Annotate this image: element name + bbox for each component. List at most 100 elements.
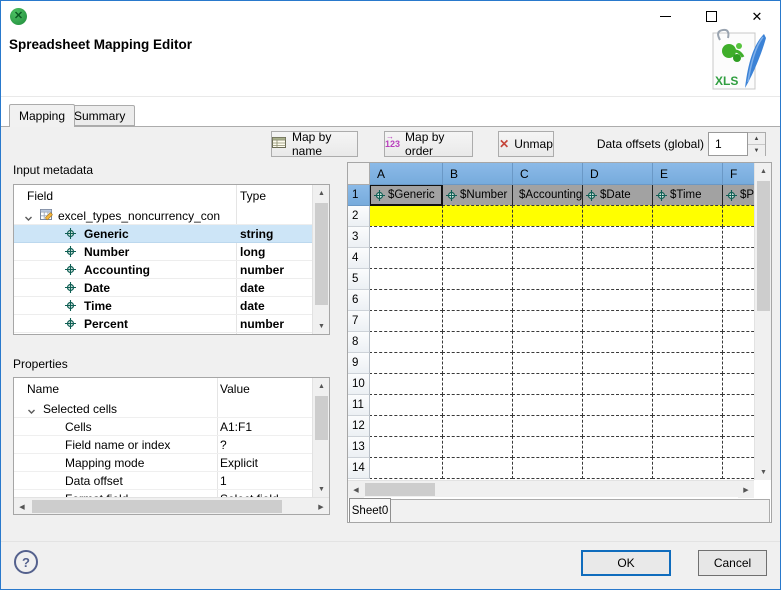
cell-D8[interactable] xyxy=(582,331,653,353)
cell-C5[interactable] xyxy=(512,268,583,290)
map-by-order-button[interactable]: → 123 Map by order xyxy=(384,130,473,158)
properties-horizontal-scrollbar[interactable]: ◀ ▶ xyxy=(14,497,329,514)
cell-E8[interactable] xyxy=(652,331,723,353)
cell-D9[interactable] xyxy=(582,352,653,374)
column-header-a[interactable]: A xyxy=(370,163,443,185)
cell-B11[interactable] xyxy=(442,394,513,416)
cell-E5[interactable] xyxy=(652,268,723,290)
scroll-down-icon[interactable]: ▼ xyxy=(313,318,329,334)
cancel-button[interactable]: Cancel xyxy=(698,550,767,576)
cell-E12[interactable] xyxy=(652,415,723,437)
cell-D4[interactable] xyxy=(582,247,653,269)
cell-A1[interactable]: $Generic xyxy=(369,184,443,206)
cell-E3[interactable] xyxy=(652,226,723,248)
metadata-field-row-accounting[interactable]: Accounting number xyxy=(14,261,312,279)
cell-C1[interactable]: $Accounting xyxy=(512,184,583,206)
cell-C14[interactable] xyxy=(512,457,583,479)
cell-A14[interactable] xyxy=(369,457,443,479)
metadata-field-row-number[interactable]: Number long xyxy=(14,243,312,261)
metadata-vertical-scrollbar[interactable]: ▲ ▼ xyxy=(312,185,329,334)
scroll-down-icon[interactable]: ▼ xyxy=(313,481,329,497)
cell-C10[interactable] xyxy=(512,373,583,395)
column-header-c[interactable]: C xyxy=(513,163,583,185)
property-group-selected-cells[interactable]: Selected cells xyxy=(14,400,312,418)
cell-D5[interactable] xyxy=(582,268,653,290)
cell-A6[interactable] xyxy=(369,289,443,311)
metadata-field-row-date[interactable]: Date date xyxy=(14,279,312,297)
cell-B8[interactable] xyxy=(442,331,513,353)
grid-horizontal-scrollbar[interactable]: ◀ ▶ xyxy=(348,480,754,498)
column-header-value[interactable]: Value xyxy=(220,378,250,400)
cell-F11[interactable] xyxy=(722,394,754,416)
row-header-14[interactable]: 14 xyxy=(348,458,370,479)
scroll-right-icon[interactable]: ▶ xyxy=(313,498,329,514)
sheet-tab-sheet0[interactable]: Sheet0 xyxy=(349,498,391,522)
cell-E6[interactable] xyxy=(652,289,723,311)
grid-vertical-scrollbar[interactable]: ▲ ▼ xyxy=(754,163,771,480)
cell-D14[interactable] xyxy=(582,457,653,479)
property-row-field-name-or-index[interactable]: Field name or index? xyxy=(14,436,312,454)
cell-C3[interactable] xyxy=(512,226,583,248)
cell-F1[interactable]: $Percent xyxy=(722,184,754,206)
cell-C13[interactable] xyxy=(512,436,583,458)
cell-F10[interactable] xyxy=(722,373,754,395)
cell-A13[interactable] xyxy=(369,436,443,458)
scroll-left-icon[interactable]: ◀ xyxy=(14,498,30,514)
cell-E14[interactable] xyxy=(652,457,723,479)
cell-B5[interactable] xyxy=(442,268,513,290)
cell-E13[interactable] xyxy=(652,436,723,458)
cell-C6[interactable] xyxy=(512,289,583,311)
row-header-6[interactable]: 6 xyxy=(348,290,370,311)
cell-B4[interactable] xyxy=(442,247,513,269)
column-header-type[interactable]: Type xyxy=(240,185,266,207)
row-header-2[interactable]: 2 xyxy=(348,206,370,227)
cell-B1[interactable]: $Number xyxy=(442,184,513,206)
cell-C9[interactable] xyxy=(512,352,583,374)
scroll-up-icon[interactable]: ▲ xyxy=(313,378,329,394)
cell-A10[interactable] xyxy=(369,373,443,395)
column-header-f[interactable]: F xyxy=(723,163,754,185)
column-header-e[interactable]: E xyxy=(653,163,723,185)
scrollbar-thumb[interactable] xyxy=(315,396,328,440)
data-offsets-input[interactable] xyxy=(708,132,748,156)
property-row-mapping-mode[interactable]: Mapping mode Explicit xyxy=(14,454,312,472)
minimize-button[interactable] xyxy=(642,1,688,31)
cell-A9[interactable] xyxy=(369,352,443,374)
cell-C7[interactable] xyxy=(512,310,583,332)
cell-B2[interactable] xyxy=(442,205,513,227)
cell-D6[interactable] xyxy=(582,289,653,311)
cell-B14[interactable] xyxy=(442,457,513,479)
property-row-format-field[interactable]: Format fieldSelect field xyxy=(14,490,312,497)
metadata-root-row[interactable]: excel_types_noncurrency_con xyxy=(14,207,312,225)
cell-A2[interactable] xyxy=(369,205,443,227)
metadata-field-row-time[interactable]: Time date xyxy=(14,297,312,315)
cell-A11[interactable] xyxy=(369,394,443,416)
map-by-name-button[interactable]: Map by name xyxy=(271,130,358,158)
row-header-7[interactable]: 7 xyxy=(348,311,370,332)
cell-F13[interactable] xyxy=(722,436,754,458)
metadata-field-row-percent[interactable]: Percent number xyxy=(14,315,312,333)
cell-E11[interactable] xyxy=(652,394,723,416)
property-row-cells[interactable]: Cells A1:F1 xyxy=(14,418,312,436)
cell-E4[interactable] xyxy=(652,247,723,269)
cell-B9[interactable] xyxy=(442,352,513,374)
column-header-name[interactable]: Name xyxy=(27,378,59,400)
cell-D2[interactable] xyxy=(582,205,653,227)
cell-E1[interactable]: $Time xyxy=(652,184,723,206)
scrollbar-thumb[interactable] xyxy=(315,203,328,305)
cell-B12[interactable] xyxy=(442,415,513,437)
scroll-up-icon[interactable]: ▲ xyxy=(313,185,329,201)
cell-C8[interactable] xyxy=(512,331,583,353)
metadata-field-row-generic[interactable]: Generic string xyxy=(14,225,312,243)
cell-F2[interactable] xyxy=(722,205,754,227)
cell-D10[interactable] xyxy=(582,373,653,395)
cell-B13[interactable] xyxy=(442,436,513,458)
row-header-11[interactable]: 11 xyxy=(348,395,370,416)
row-header-1[interactable]: 1 xyxy=(348,185,370,206)
tab-mapping[interactable]: Mapping xyxy=(9,104,76,127)
cell-E7[interactable] xyxy=(652,310,723,332)
ok-button[interactable]: OK xyxy=(581,550,671,576)
cell-C2[interactable] xyxy=(512,205,583,227)
expand-chevron-icon[interactable] xyxy=(24,212,33,224)
column-header-d[interactable]: D xyxy=(583,163,653,185)
